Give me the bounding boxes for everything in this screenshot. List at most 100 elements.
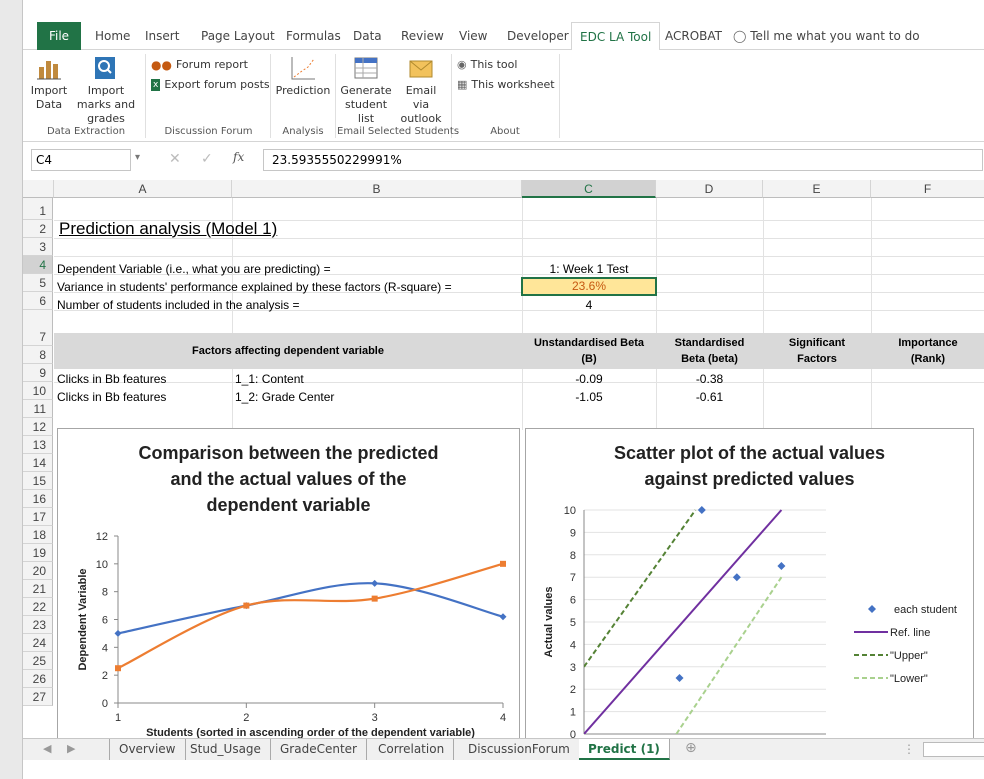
- row-header-7[interactable]: 7: [23, 310, 53, 346]
- this-worksheet-button[interactable]: ▦ This worksheet: [457, 76, 555, 94]
- row-header-24[interactable]: 24: [23, 634, 53, 652]
- row-header-15[interactable]: 15: [23, 472, 53, 490]
- this-worksheet-label: This worksheet: [471, 78, 555, 91]
- row-header-17[interactable]: 17: [23, 508, 53, 526]
- series-2-point: [500, 560, 506, 567]
- row-header-4[interactable]: 4: [23, 256, 53, 274]
- row-header-25[interactable]: 25: [23, 652, 53, 670]
- row-header-18[interactable]: 18: [23, 526, 53, 544]
- sheet-tab-discussionforum[interactable]: DiscussionForum: [459, 739, 580, 760]
- formula-input[interactable]: 23.5935550229991%: [263, 149, 983, 171]
- column-header-b[interactable]: B: [232, 180, 522, 198]
- generate-list-button[interactable]: Generate student list: [337, 54, 395, 126]
- scatter-chart[interactable]: Scatter plot of the actual values agains…: [525, 428, 974, 738]
- column-header-d[interactable]: D: [656, 180, 763, 198]
- row-header-22[interactable]: 22: [23, 598, 53, 616]
- row-header-2[interactable]: 2: [23, 220, 53, 238]
- export-forum-label: Export forum posts: [164, 78, 270, 91]
- tab-page-layout[interactable]: Page Layout: [193, 22, 283, 50]
- tell-me-box[interactable]: ◯ Tell me what you want to do: [725, 22, 928, 50]
- tab-acrobat[interactable]: ACROBAT: [657, 22, 730, 50]
- select-all-corner[interactable]: [23, 180, 54, 198]
- y-tick-label: 1: [570, 707, 576, 719]
- row-header-12[interactable]: 12: [23, 418, 53, 436]
- line-chart[interactable]: Comparison between the predicted and the…: [57, 428, 520, 738]
- scroll-right-icon[interactable]: ▶: [67, 742, 75, 755]
- tab-edc-la-tool[interactable]: EDC LA Tool: [571, 22, 661, 51]
- column-header-a[interactable]: A: [54, 180, 232, 198]
- y-tick-label: 12: [96, 531, 108, 543]
- tab-home[interactable]: Home: [87, 22, 138, 50]
- header-sig-2: Factors: [797, 353, 837, 365]
- row-header-19[interactable]: 19: [23, 544, 53, 562]
- row-header-3[interactable]: 3: [23, 238, 53, 256]
- cell-d8: -0.38: [695, 372, 724, 386]
- y-tick-label: 8: [102, 587, 108, 599]
- row-header-1[interactable]: 1: [23, 198, 53, 220]
- sheet-tab-overview[interactable]: Overview: [109, 739, 186, 760]
- lightbulb-icon: ◯: [733, 29, 747, 43]
- more-options-icon[interactable]: ⋮: [903, 742, 915, 756]
- row-header-9[interactable]: 9: [23, 364, 53, 382]
- function-icon[interactable]: fx: [233, 150, 244, 164]
- check-icon[interactable]: ✓: [201, 151, 213, 167]
- add-sheet-icon[interactable]: ⊕: [685, 740, 697, 756]
- tab-view[interactable]: View: [451, 22, 495, 50]
- excel-export-icon: x: [151, 79, 161, 91]
- line-upper: [584, 509, 697, 668]
- tab-review[interactable]: Review: [393, 22, 452, 50]
- cancel-icon[interactable]: ✕: [169, 151, 181, 167]
- import-marks-button[interactable]: Import marks and grades: [71, 54, 139, 126]
- chevron-down-icon[interactable]: ▾: [135, 152, 140, 163]
- tab-file[interactable]: File: [37, 22, 81, 50]
- worksheet-grid: A B C D E F 1 2 3 4 5 6 7 8 9 10 11 12 13 14 15 16 17 18 1…: [23, 180, 984, 738]
- prediction-button[interactable]: Prediction: [275, 54, 331, 98]
- this-tool-button[interactable]: ◉ This tool: [457, 56, 517, 74]
- row-header-26[interactable]: 26: [23, 670, 53, 688]
- row-header-10[interactable]: 10: [23, 382, 53, 400]
- column-header-e[interactable]: E: [763, 180, 871, 198]
- search-doc-icon: [91, 54, 119, 82]
- row-header-14[interactable]: 14: [23, 454, 53, 472]
- header-imp-1: Importance: [898, 337, 958, 349]
- y-tick-label: 5: [570, 617, 576, 629]
- header-factors: Factors affecting dependent variable: [192, 345, 384, 357]
- x-tick-label: 1: [115, 712, 121, 724]
- sheet-tab-correlation[interactable]: Correlation: [369, 739, 455, 760]
- row-header-8[interactable]: 8: [23, 346, 53, 364]
- row-header-27[interactable]: 27: [23, 688, 53, 706]
- sheet-tab-predict[interactable]: Predict (1): [579, 739, 670, 760]
- x-tick-label: 3: [372, 712, 378, 724]
- sheet-tab-gradecenter[interactable]: GradeCenter: [271, 739, 367, 760]
- export-forum-button[interactable]: x Export forum posts: [151, 76, 270, 94]
- y-axis-label: Dependent Variable: [77, 568, 89, 670]
- x-axis-label: Students (sorted in ascending order of t…: [146, 727, 475, 738]
- horizontal-scrollbar[interactable]: [923, 742, 984, 757]
- row-header-20[interactable]: 20: [23, 562, 53, 580]
- row-header-23[interactable]: 23: [23, 616, 53, 634]
- scroll-left-icon[interactable]: ◀: [43, 742, 51, 755]
- row-header-21[interactable]: 21: [23, 580, 53, 598]
- column-header-f[interactable]: F: [871, 180, 984, 198]
- tab-insert[interactable]: Insert: [137, 22, 187, 50]
- row-header-6[interactable]: 6: [23, 292, 53, 310]
- row-header-5[interactable]: 5: [23, 274, 53, 292]
- y-tick-label: 2: [102, 670, 108, 682]
- name-box[interactable]: C4: [31, 149, 131, 171]
- row-header-13[interactable]: 13: [23, 436, 53, 454]
- row-header-16[interactable]: 16: [23, 490, 53, 508]
- tab-formulas[interactable]: Formulas: [278, 22, 349, 50]
- column-header-c[interactable]: C: [522, 180, 656, 198]
- sheet-tab-stud-usage[interactable]: Stud_Usage: [181, 739, 271, 760]
- cell-c4-selected[interactable]: 23.6%: [521, 277, 657, 296]
- header-std-1: Standardised: [674, 337, 745, 349]
- row-header-11[interactable]: 11: [23, 400, 53, 418]
- forum-report-button[interactable]: ●● Forum report: [151, 56, 248, 74]
- header-unstd-2: (B): [581, 353, 597, 365]
- y-tick-label: 10: [564, 505, 576, 517]
- email-outlook-button[interactable]: Email via outlook: [397, 54, 445, 126]
- tab-data[interactable]: Data: [345, 22, 390, 50]
- tab-developer[interactable]: Developer: [499, 22, 577, 50]
- y-tick-label: 0: [102, 698, 108, 710]
- import-data-button[interactable]: Import Data: [27, 54, 71, 112]
